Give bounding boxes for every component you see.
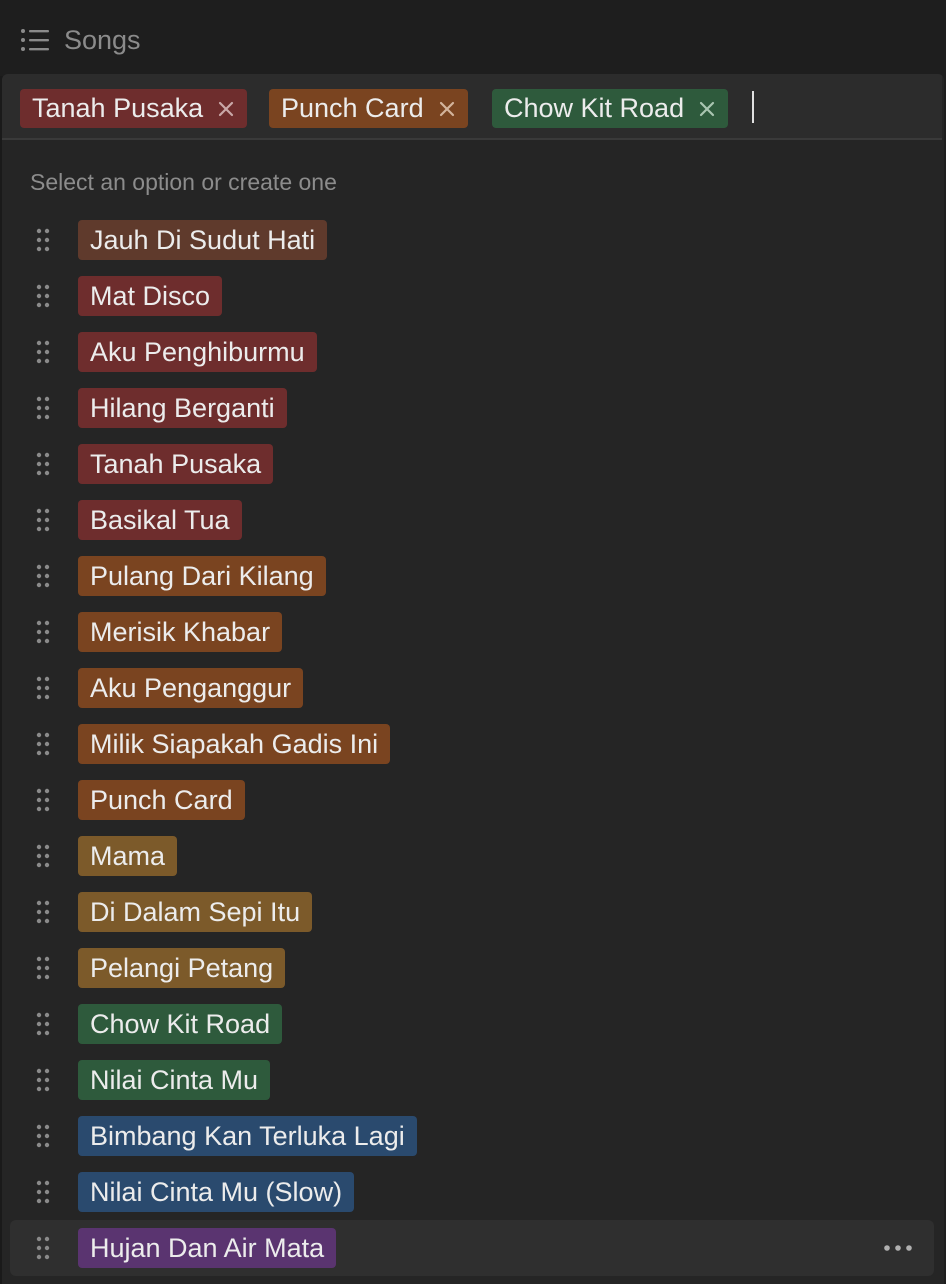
option-tag[interactable]: Tanah Pusaka: [78, 444, 274, 484]
selected-tag: Punch Card: [269, 89, 468, 128]
remove-tag-icon[interactable]: [217, 100, 235, 118]
option-item[interactable]: Jauh Di Sudut Hati: [2, 212, 942, 268]
option-item[interactable]: Hujan Dan Air Mata: [10, 1220, 934, 1276]
more-options-icon[interactable]: [882, 1240, 914, 1256]
drag-handle-icon[interactable]: [35, 339, 51, 365]
drag-handle-icon[interactable]: [35, 1067, 51, 1093]
option-tag[interactable]: Aku Penganggur: [78, 668, 304, 708]
drag-handle-icon[interactable]: [35, 1235, 51, 1261]
option-item[interactable]: Chow Kit Road: [2, 996, 942, 1052]
option-item[interactable]: Merisik Khabar: [2, 604, 942, 660]
remove-tag-icon[interactable]: [438, 100, 456, 118]
option-item[interactable]: Milik Siapakah Gadis Ini: [2, 716, 942, 772]
option-tag[interactable]: Punch Card: [78, 780, 245, 820]
drag-handle-icon[interactable]: [35, 507, 51, 533]
option-list: Jauh Di Sudut Hati Mat Disco Aku Penghibur…: [2, 212, 942, 1276]
option-item[interactable]: Nilai Cinta Mu: [2, 1052, 942, 1108]
option-item[interactable]: Pelangi Petang: [2, 940, 942, 996]
option-tag[interactable]: Mat Disco: [78, 276, 223, 316]
selected-tag-label: Chow Kit Road: [504, 93, 685, 123]
option-item[interactable]: Basikal Tua: [2, 492, 942, 548]
drag-handle-icon[interactable]: [35, 675, 51, 701]
drag-handle-icon[interactable]: [35, 731, 51, 757]
drag-handle-icon[interactable]: [35, 563, 51, 589]
multi-select-dropdown: Tanah Pusaka Punch Card Chow Kit Road Se…: [2, 74, 944, 1284]
option-item[interactable]: Pulang Dari Kilang: [2, 548, 942, 604]
option-tag[interactable]: Nilai Cinta Mu: [78, 1060, 271, 1100]
option-tag[interactable]: Mama: [78, 836, 178, 876]
option-tag[interactable]: Hujan Dan Air Mata: [78, 1228, 337, 1268]
drag-handle-icon[interactable]: [35, 843, 51, 869]
list-icon: [21, 29, 49, 51]
option-tag[interactable]: Hilang Berganti: [78, 388, 287, 428]
selected-tag-label: Punch Card: [281, 93, 424, 123]
option-item[interactable]: Di Dalam Sepi Itu: [2, 884, 942, 940]
option-tag[interactable]: Milik Siapakah Gadis Ini: [78, 724, 391, 764]
option-item[interactable]: Mama: [2, 828, 942, 884]
option-item[interactable]: Aku Penghiburmu: [2, 324, 942, 380]
drag-handle-icon[interactable]: [35, 1179, 51, 1205]
remove-tag-icon[interactable]: [698, 100, 716, 118]
drag-handle-icon[interactable]: [35, 395, 51, 421]
option-tag[interactable]: Jauh Di Sudut Hati: [78, 220, 328, 260]
option-tag[interactable]: Aku Penghiburmu: [78, 332, 317, 372]
option-item[interactable]: Hilang Berganti: [2, 380, 942, 436]
option-item[interactable]: Nilai Cinta Mu (Slow): [2, 1164, 942, 1220]
drag-handle-icon[interactable]: [35, 787, 51, 813]
property-title[interactable]: Songs: [64, 22, 141, 58]
drag-handle-icon[interactable]: [35, 283, 51, 309]
option-tag[interactable]: Di Dalam Sepi Itu: [78, 892, 313, 932]
tag-input[interactable]: Tanah Pusaka Punch Card Chow Kit Road: [2, 74, 942, 140]
option-item[interactable]: Punch Card: [2, 772, 942, 828]
option-tag[interactable]: Pulang Dari Kilang: [78, 556, 326, 596]
drag-handle-icon[interactable]: [35, 1011, 51, 1037]
drag-handle-icon[interactable]: [35, 955, 51, 981]
dropdown-hint: Select an option or create one: [30, 169, 337, 195]
drag-handle-icon[interactable]: [35, 1123, 51, 1149]
option-tag[interactable]: Chow Kit Road: [78, 1004, 283, 1044]
drag-handle-icon[interactable]: [35, 451, 51, 477]
option-item[interactable]: Tanah Pusaka: [2, 436, 942, 492]
option-tag[interactable]: Nilai Cinta Mu (Slow): [78, 1172, 355, 1212]
drag-handle-icon[interactable]: [35, 619, 51, 645]
option-tag[interactable]: Bimbang Kan Terluka Lagi: [78, 1116, 417, 1156]
option-item[interactable]: Bimbang Kan Terluka Lagi: [2, 1108, 942, 1164]
option-tag[interactable]: Basikal Tua: [78, 500, 242, 540]
option-tag[interactable]: Merisik Khabar: [78, 612, 283, 652]
selected-tag: Tanah Pusaka: [20, 89, 248, 128]
text-caret: [752, 91, 754, 123]
drag-handle-icon[interactable]: [35, 899, 51, 925]
selected-tag: Chow Kit Road: [492, 89, 729, 128]
selected-tag-label: Tanah Pusaka: [32, 93, 204, 123]
option-tag[interactable]: Pelangi Petang: [78, 948, 286, 988]
property-header: Songs: [0, 0, 946, 76]
option-item[interactable]: Aku Penganggur: [2, 660, 942, 716]
drag-handle-icon[interactable]: [35, 227, 51, 253]
option-item[interactable]: Mat Disco: [2, 268, 942, 324]
